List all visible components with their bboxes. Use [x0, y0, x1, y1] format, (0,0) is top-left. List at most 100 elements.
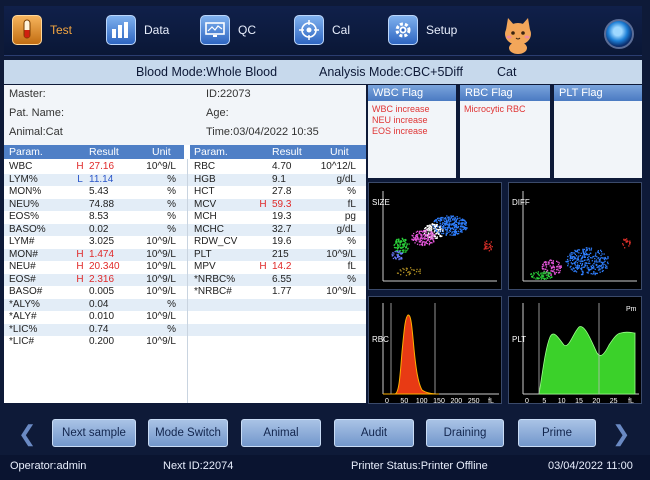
- draining-button[interactable]: Draining: [426, 419, 504, 447]
- result-unit: 10^9/L: [146, 286, 176, 297]
- printer-status-label: Printer Status:Printer Offline: [351, 460, 488, 472]
- table-row: EOS# H 2.316 10^9/L *NRBC% 6.55%: [4, 273, 366, 286]
- result-value: 14.2: [272, 261, 292, 272]
- param-name: LYM%: [9, 173, 38, 185]
- diff-scattergram: DIFF: [508, 182, 642, 290]
- next-arrow-icon[interactable]: ❯: [612, 423, 632, 445]
- master-field: Master:: [9, 88, 46, 100]
- param-name: *ALY#: [9, 311, 37, 322]
- result-value: 0.010: [89, 311, 115, 322]
- wbc-flag-title: WBC Flag: [368, 85, 456, 101]
- result-flag: H: [76, 248, 84, 260]
- nav-setup-button[interactable]: Setup: [388, 10, 457, 50]
- param-name: *ALY%: [9, 298, 40, 310]
- result-flag: H: [76, 261, 84, 272]
- result-unit: g/dL: [336, 173, 356, 185]
- age-field: Age:: [206, 107, 229, 119]
- table-row: LYM# 3.025 10^9/L RDW_CV 19.6%: [4, 236, 366, 249]
- axis-tick-label: 50: [400, 398, 408, 405]
- unit-header: Unit: [152, 146, 171, 158]
- result-unit: %: [167, 223, 176, 235]
- sample-id-field: ID:22073: [206, 88, 251, 100]
- plt-histogram: PLT Pm 0 5 10 15 20 25 fL: [508, 296, 642, 405]
- table-row: LYM% L 11.14% HGB 9.1 g/dL: [4, 173, 366, 186]
- result-unit: fL: [347, 198, 356, 210]
- result-unit: 10^9/L: [146, 248, 176, 260]
- nav-qc-button[interactable]: QC: [200, 10, 256, 50]
- result-flag: L: [77, 173, 83, 185]
- param-name: LYM#: [9, 236, 35, 247]
- prime-button[interactable]: Prime: [518, 419, 596, 447]
- mode-switch-button[interactable]: Mode Switch: [148, 419, 228, 447]
- result-value: 20.340: [89, 261, 120, 272]
- param-name: HGB: [194, 173, 216, 185]
- nav-cal-button[interactable]: Cal: [294, 10, 350, 50]
- axis-tick-label: 10: [558, 398, 566, 405]
- param-name: MON#: [9, 248, 38, 260]
- rbc-axis-label: RBC: [372, 335, 389, 344]
- axis-tick-label: 250: [468, 398, 480, 405]
- operator-label: Operator:admin: [10, 460, 87, 472]
- species-label: Cat: [497, 65, 517, 79]
- gear-icon: [388, 15, 418, 45]
- result-value: 74.88: [89, 198, 115, 210]
- nav-label: Test: [50, 23, 73, 37]
- power-button[interactable]: [604, 19, 634, 49]
- result-header: Result: [89, 146, 119, 158]
- patient-info-panel: Master: ID:22073 Pat. Name: Age: Animal:…: [4, 85, 366, 145]
- param-name: RBC: [194, 161, 216, 172]
- table-row: MON# H 1.474 10^9/L PLT 215 10^9/L: [4, 248, 366, 261]
- result-value: 5.43: [89, 186, 109, 197]
- result-value: 0.74: [89, 323, 109, 335]
- result-unit: 10^9/L: [146, 336, 176, 347]
- neu-cluster: [565, 247, 609, 276]
- result-value: 0.200: [89, 336, 115, 347]
- param-name: NEU#: [9, 261, 36, 272]
- audit-button[interactable]: Audit: [334, 419, 414, 447]
- table-row: *LIC# 0.200 10^9/L: [4, 336, 366, 349]
- debris-cluster: [396, 267, 421, 277]
- param-name: MCH: [194, 211, 217, 222]
- nav-data-button[interactable]: Data: [106, 10, 169, 50]
- result-unit: %: [167, 298, 176, 310]
- wbc-flag-item: NEU increase: [372, 115, 428, 125]
- result-unit: %: [167, 211, 176, 222]
- param-name: *LIC%: [9, 323, 38, 335]
- animal-button[interactable]: Animal: [241, 419, 321, 447]
- axis-tick-label: fL: [488, 398, 494, 405]
- axis-tick-label: 15: [575, 398, 583, 405]
- result-unit: %: [167, 173, 176, 185]
- prev-arrow-icon[interactable]: ❮: [18, 423, 38, 445]
- nav-test-button[interactable]: Test: [12, 10, 72, 50]
- rbc-histogram: RBC 0 50 100 150 200 250 fL: [368, 296, 502, 405]
- axis-tick-label: fL: [628, 398, 634, 405]
- axis-tick-label: 200: [450, 398, 462, 405]
- result-value: 4.70: [272, 161, 292, 172]
- param-name: WBC: [9, 161, 33, 172]
- bar-chart-icon: [106, 15, 136, 45]
- next-sample-button[interactable]: Next sample: [52, 419, 136, 447]
- param-name: MCHC: [194, 223, 224, 235]
- result-unit: %: [167, 198, 176, 210]
- rbc-flag-panel: RBC Flag Microcytic RBC: [460, 85, 550, 178]
- next-id-label: Next ID:22074: [163, 460, 234, 472]
- axis-tick-label: 150: [433, 398, 445, 405]
- result-unit: 10^9/L: [326, 286, 356, 297]
- axis-tick-label: 100: [416, 398, 428, 405]
- param-name: MCV: [194, 198, 217, 210]
- eos-cluster: [622, 238, 631, 249]
- result-value: 19.6: [272, 236, 292, 247]
- result-unit: %: [347, 236, 356, 247]
- result-value: 215: [272, 248, 289, 260]
- result-value: 9.1: [272, 173, 286, 185]
- result-value: 1.77: [272, 286, 292, 297]
- param-header: Param.: [194, 146, 228, 158]
- table-row: WBC H 27.16 10^9/L RBC 4.70 10^12/L: [4, 161, 366, 174]
- left-table-header: Param. Result Unit: [4, 145, 184, 159]
- result-value: 59.3: [272, 198, 292, 210]
- result-unit: 10^9/L: [146, 236, 176, 247]
- test-tube-icon: [12, 15, 42, 45]
- table-row: NEU% 74.88% MCV H 59.3 fL: [4, 198, 366, 211]
- wbc-flag-item: WBC increase: [372, 104, 430, 114]
- result-unit: 10^9/L: [146, 273, 176, 285]
